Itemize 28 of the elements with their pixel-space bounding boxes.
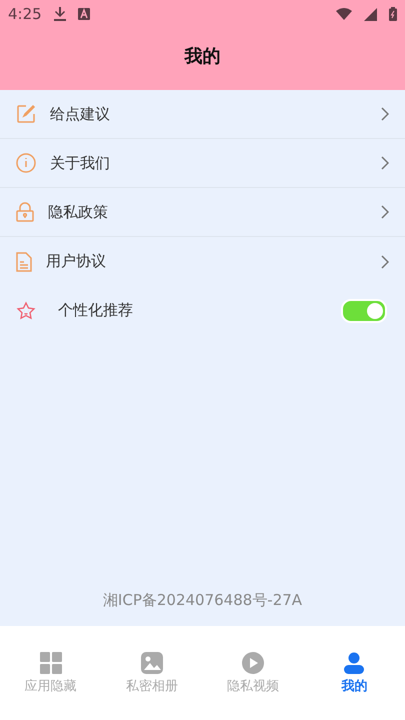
chevron-icon [381, 156, 389, 170]
chevron-icon [381, 107, 389, 121]
app-icon [78, 8, 90, 20]
menu-item[interactable]: 用户协议 [0, 237, 405, 286]
nav-tab[interactable]: 我的 [304, 652, 405, 720]
chevron-icon [381, 205, 389, 219]
toggle-label: 个性化推荐 [58, 301, 134, 320]
menu-item[interactable]: 隐私政策 [0, 188, 405, 237]
download-icon [54, 7, 66, 21]
chevron-icon [381, 254, 389, 268]
menu-item[interactable]: 关于我们 [0, 139, 405, 188]
info-icon [16, 153, 36, 173]
grid-icon [40, 652, 62, 674]
wifi-icon [336, 8, 352, 20]
document-icon [16, 252, 32, 272]
play-icon [242, 652, 264, 674]
image-icon [140, 652, 163, 674]
icp-text: 湘ICP备2024076488号-27A [102, 591, 304, 611]
person-icon [343, 652, 366, 674]
lock-icon [16, 202, 34, 222]
menu-item[interactable]: 给点建议 [0, 90, 405, 139]
status-time: 4:25 [8, 5, 42, 23]
edit-icon [16, 104, 36, 124]
battery-icon [389, 7, 397, 21]
signal-icon [364, 8, 377, 20]
toggle-switch[interactable] [341, 298, 387, 322]
star-face-icon [16, 300, 36, 320]
page-title: 我的 [183, 45, 222, 69]
